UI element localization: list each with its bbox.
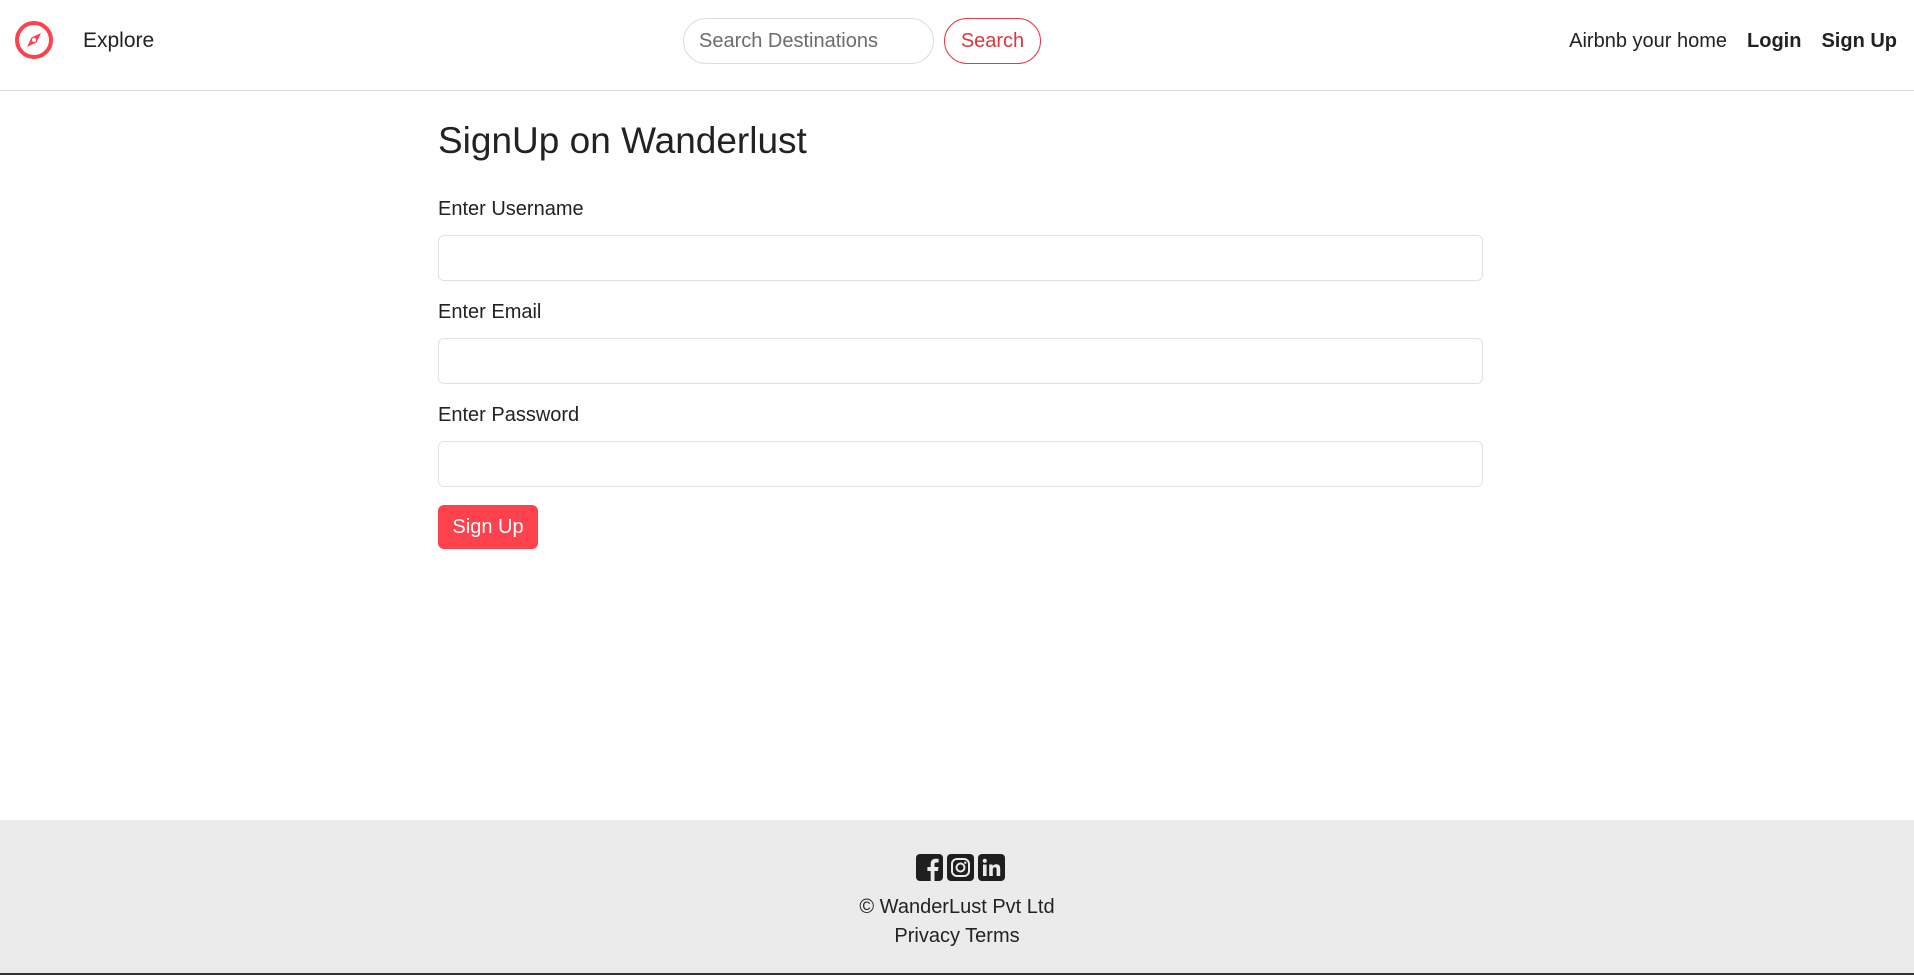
linkedin-icon[interactable] — [978, 854, 1005, 881]
nav-right-links: Airbnb your home Login Sign Up — [1569, 27, 1897, 55]
search-button[interactable]: Search — [944, 18, 1041, 64]
footer: © WanderLust Pvt Ltd Privacy Terms — [0, 820, 1914, 975]
linkedin-link[interactable] — [978, 854, 1005, 881]
social-icons — [916, 854, 1005, 881]
facebook-icon[interactable] — [916, 854, 943, 881]
host-link[interactable]: Airbnb your home — [1569, 27, 1727, 55]
instagram-icon[interactable] — [947, 854, 974, 881]
page-title: SignUp on Wanderlust — [438, 120, 807, 161]
username-field[interactable] — [438, 235, 1483, 281]
email-label: Enter Email — [438, 301, 542, 323]
username-label: Enter Username — [438, 198, 584, 220]
footer-links: Privacy Terms — [0, 923, 1914, 949]
privacy-link[interactable]: Privacy — [894, 925, 960, 947]
instagram-link[interactable] — [947, 854, 974, 881]
signup-link[interactable]: Sign Up — [1821, 27, 1897, 55]
login-link[interactable]: Login — [1747, 27, 1801, 55]
email-field[interactable] — [438, 338, 1483, 384]
signup-submit-button[interactable]: Sign Up — [438, 505, 538, 549]
terms-link[interactable]: Terms — [965, 925, 1019, 947]
nav-explore-link[interactable]: Explore — [83, 27, 154, 55]
navbar: Explore Search Airbnb your home Login Si… — [0, 0, 1914, 91]
signup-form: Enter Username Enter Email Enter Passwor… — [438, 196, 1483, 549]
signup-form-container: SignUp on Wanderlust Enter Username Ente… — [438, 118, 1483, 549]
copyright-text: © WanderLust Pvt Ltd — [859, 896, 1055, 918]
password-field[interactable] — [438, 441, 1483, 487]
search-input[interactable] — [683, 18, 934, 64]
facebook-link[interactable] — [916, 854, 943, 881]
password-label: Enter Password — [438, 404, 580, 426]
compass-icon[interactable] — [14, 20, 54, 60]
